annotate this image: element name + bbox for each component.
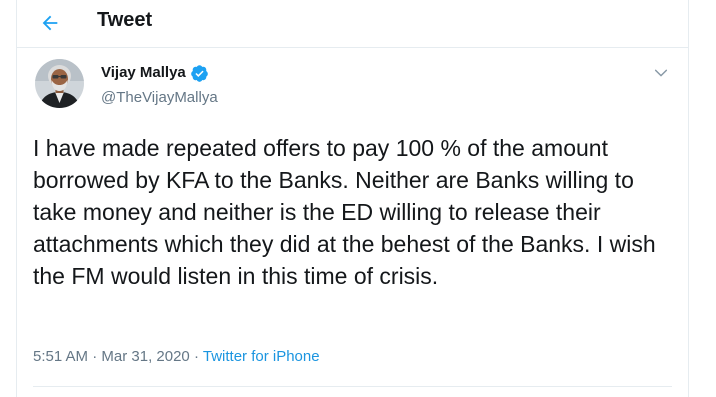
tweet-date[interactable]: Mar 31, 2020 [101,348,189,365]
tweet-meta: 5:51 AM · Mar 31, 2020 · Twitter for iPh… [33,347,320,367]
tweet-time[interactable]: 5:51 AM [33,348,88,365]
divider [33,386,672,387]
arrow-left-icon [42,15,58,31]
meta-separator: · [193,348,199,365]
avatar[interactable] [35,59,84,108]
author-name-row[interactable]: Vijay Mallya [101,63,209,83]
tweet-source-link[interactable]: Twitter for iPhone [203,348,320,365]
tweet-page: Tweet Vijay Mallya @TheVijayMallya I hav… [16,0,689,397]
meta-separator: · [92,348,98,365]
chevron-down-icon [654,69,668,77]
verified-badge-icon [190,64,208,82]
tweet: Vijay Mallya @TheVijayMallya I have made… [17,48,688,397]
back-button[interactable] [31,4,69,42]
tweet-text: I have made repeated offers to pay 100 %… [33,135,656,289]
author-handle[interactable]: @TheVijayMallya [101,88,218,108]
author-name[interactable]: Vijay Mallya [101,63,186,83]
page-title: Tweet [97,9,153,31]
page-header: Tweet [17,0,688,48]
avatar-image [35,59,84,108]
more-options-button[interactable] [650,62,672,84]
